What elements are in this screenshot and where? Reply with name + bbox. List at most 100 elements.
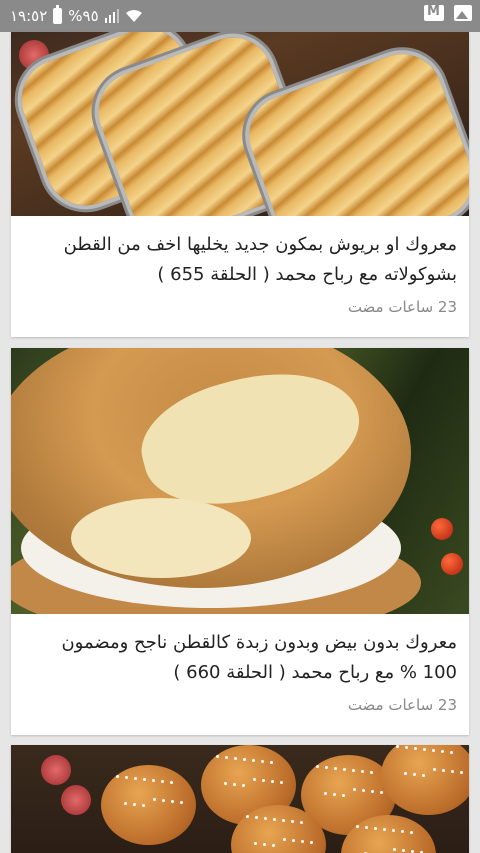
sesame-seed (270, 761, 273, 764)
sesame-seed (301, 840, 304, 843)
sesame-seed (233, 783, 236, 786)
sesame-seed (413, 773, 416, 776)
sesame-seed (401, 830, 404, 833)
bun (101, 765, 196, 845)
sesame-seed (362, 789, 365, 792)
sesame-seed (356, 825, 359, 828)
sesame-seed (225, 756, 228, 759)
article-card-1[interactable]: معروك او بريوش بمكون جديد يخليها اخف من … (11, 32, 469, 337)
sesame-seed (261, 760, 264, 763)
article-image-brioche[interactable] (11, 32, 469, 216)
sesame-seed (365, 826, 368, 829)
sesame-seed (433, 768, 436, 771)
sesame-seed (393, 848, 396, 851)
sesame-seed (125, 776, 128, 779)
gallery-app-icon (454, 5, 472, 21)
sesame-seed (134, 777, 137, 780)
tomato-decoration (431, 518, 453, 540)
article-card-2[interactable]: معروك بدون بيض وبدون زبدة كالقطن ناجح وم… (11, 348, 469, 735)
sesame-seed (423, 748, 426, 751)
sesame-seed (310, 841, 313, 844)
sesame-seed (342, 794, 345, 797)
sesame-seed (451, 770, 454, 773)
article-title[interactable]: معروك بدون بيض وبدون زبدة كالقطن ناجح وم… (11, 614, 469, 688)
sesame-seed (396, 745, 399, 748)
sesame-seed (333, 793, 336, 796)
sesame-seed (404, 772, 407, 775)
sesame-seed (252, 759, 255, 762)
battery-percent: %٩٥ (68, 7, 99, 25)
sesame-seed (460, 771, 463, 774)
sesame-seed (292, 839, 295, 842)
sesame-seed (432, 749, 435, 752)
article-image-buns[interactable] (11, 745, 469, 853)
sesame-seed (273, 818, 276, 821)
sesame-seed (242, 784, 245, 787)
sesame-seed (442, 769, 445, 772)
sesame-seed (374, 827, 377, 830)
sesame-seed (152, 779, 155, 782)
sesame-seed (283, 838, 286, 841)
sesame-seed (405, 746, 408, 749)
status-left: ١٩:٥٢ %٩٥ (10, 5, 143, 26)
sesame-seed (171, 800, 174, 803)
sesame-seed (361, 770, 364, 773)
sesame-seed (272, 844, 275, 847)
sesame-seed (353, 788, 356, 791)
status-right (424, 4, 472, 21)
wifi-icon (125, 10, 142, 22)
sesame-seed (450, 751, 453, 754)
sesame-seed (441, 750, 444, 753)
sesame-seed (271, 780, 274, 783)
flower-decoration (41, 755, 71, 785)
signal-icon (104, 9, 119, 23)
status-time: ١٩:٥٢ (10, 7, 48, 25)
sesame-seed (162, 799, 165, 802)
sesame-seed (143, 778, 146, 781)
sesame-seed (161, 780, 164, 783)
sesame-seed (263, 843, 266, 846)
sesame-seed (180, 801, 183, 804)
sesame-seed (224, 782, 227, 785)
sesame-seed (246, 815, 249, 818)
sesame-seed (291, 820, 294, 823)
sesame-seed (264, 817, 267, 820)
sesame-seed (280, 781, 283, 784)
sesame-seed (422, 774, 425, 777)
sesame-seed (300, 821, 303, 824)
sesame-seed (383, 828, 386, 831)
sesame-seed (234, 757, 237, 760)
sesame-seed (380, 791, 383, 794)
tomato-decoration (441, 553, 463, 575)
article-time: 23 ساعات مضت (347, 298, 457, 316)
sesame-seed (334, 767, 337, 770)
sesame-seed (133, 803, 136, 806)
sesame-seed (216, 755, 219, 758)
sesame-seed (371, 790, 374, 793)
battery-icon (53, 5, 63, 24)
sesame-seed (324, 792, 327, 795)
sesame-seed (124, 802, 127, 805)
sesame-seed (352, 769, 355, 772)
sesame-seed (325, 766, 328, 769)
sesame-seed (153, 798, 156, 801)
sesame-seed (255, 816, 258, 819)
loaf-3 (237, 42, 469, 216)
article-card-3[interactable] (11, 745, 469, 853)
article-image-round-bread[interactable] (11, 348, 469, 614)
bread-crumb (71, 498, 251, 578)
sesame-seed (262, 779, 265, 782)
sesame-seed (392, 829, 395, 832)
flower-decoration (61, 785, 91, 815)
sesame-seed (116, 775, 119, 778)
sesame-seed (142, 804, 145, 807)
article-title[interactable]: معروك او بريوش بمكون جديد يخليها اخف من … (11, 216, 469, 290)
sesame-seed (253, 778, 256, 781)
sesame-seed (343, 768, 346, 771)
article-time: 23 ساعات مضت (347, 696, 457, 714)
sesame-seed (402, 849, 405, 852)
sesame-seed (170, 781, 173, 784)
sesame-seed (243, 758, 246, 761)
sesame-seed (316, 765, 319, 768)
sesame-seed (410, 831, 413, 834)
